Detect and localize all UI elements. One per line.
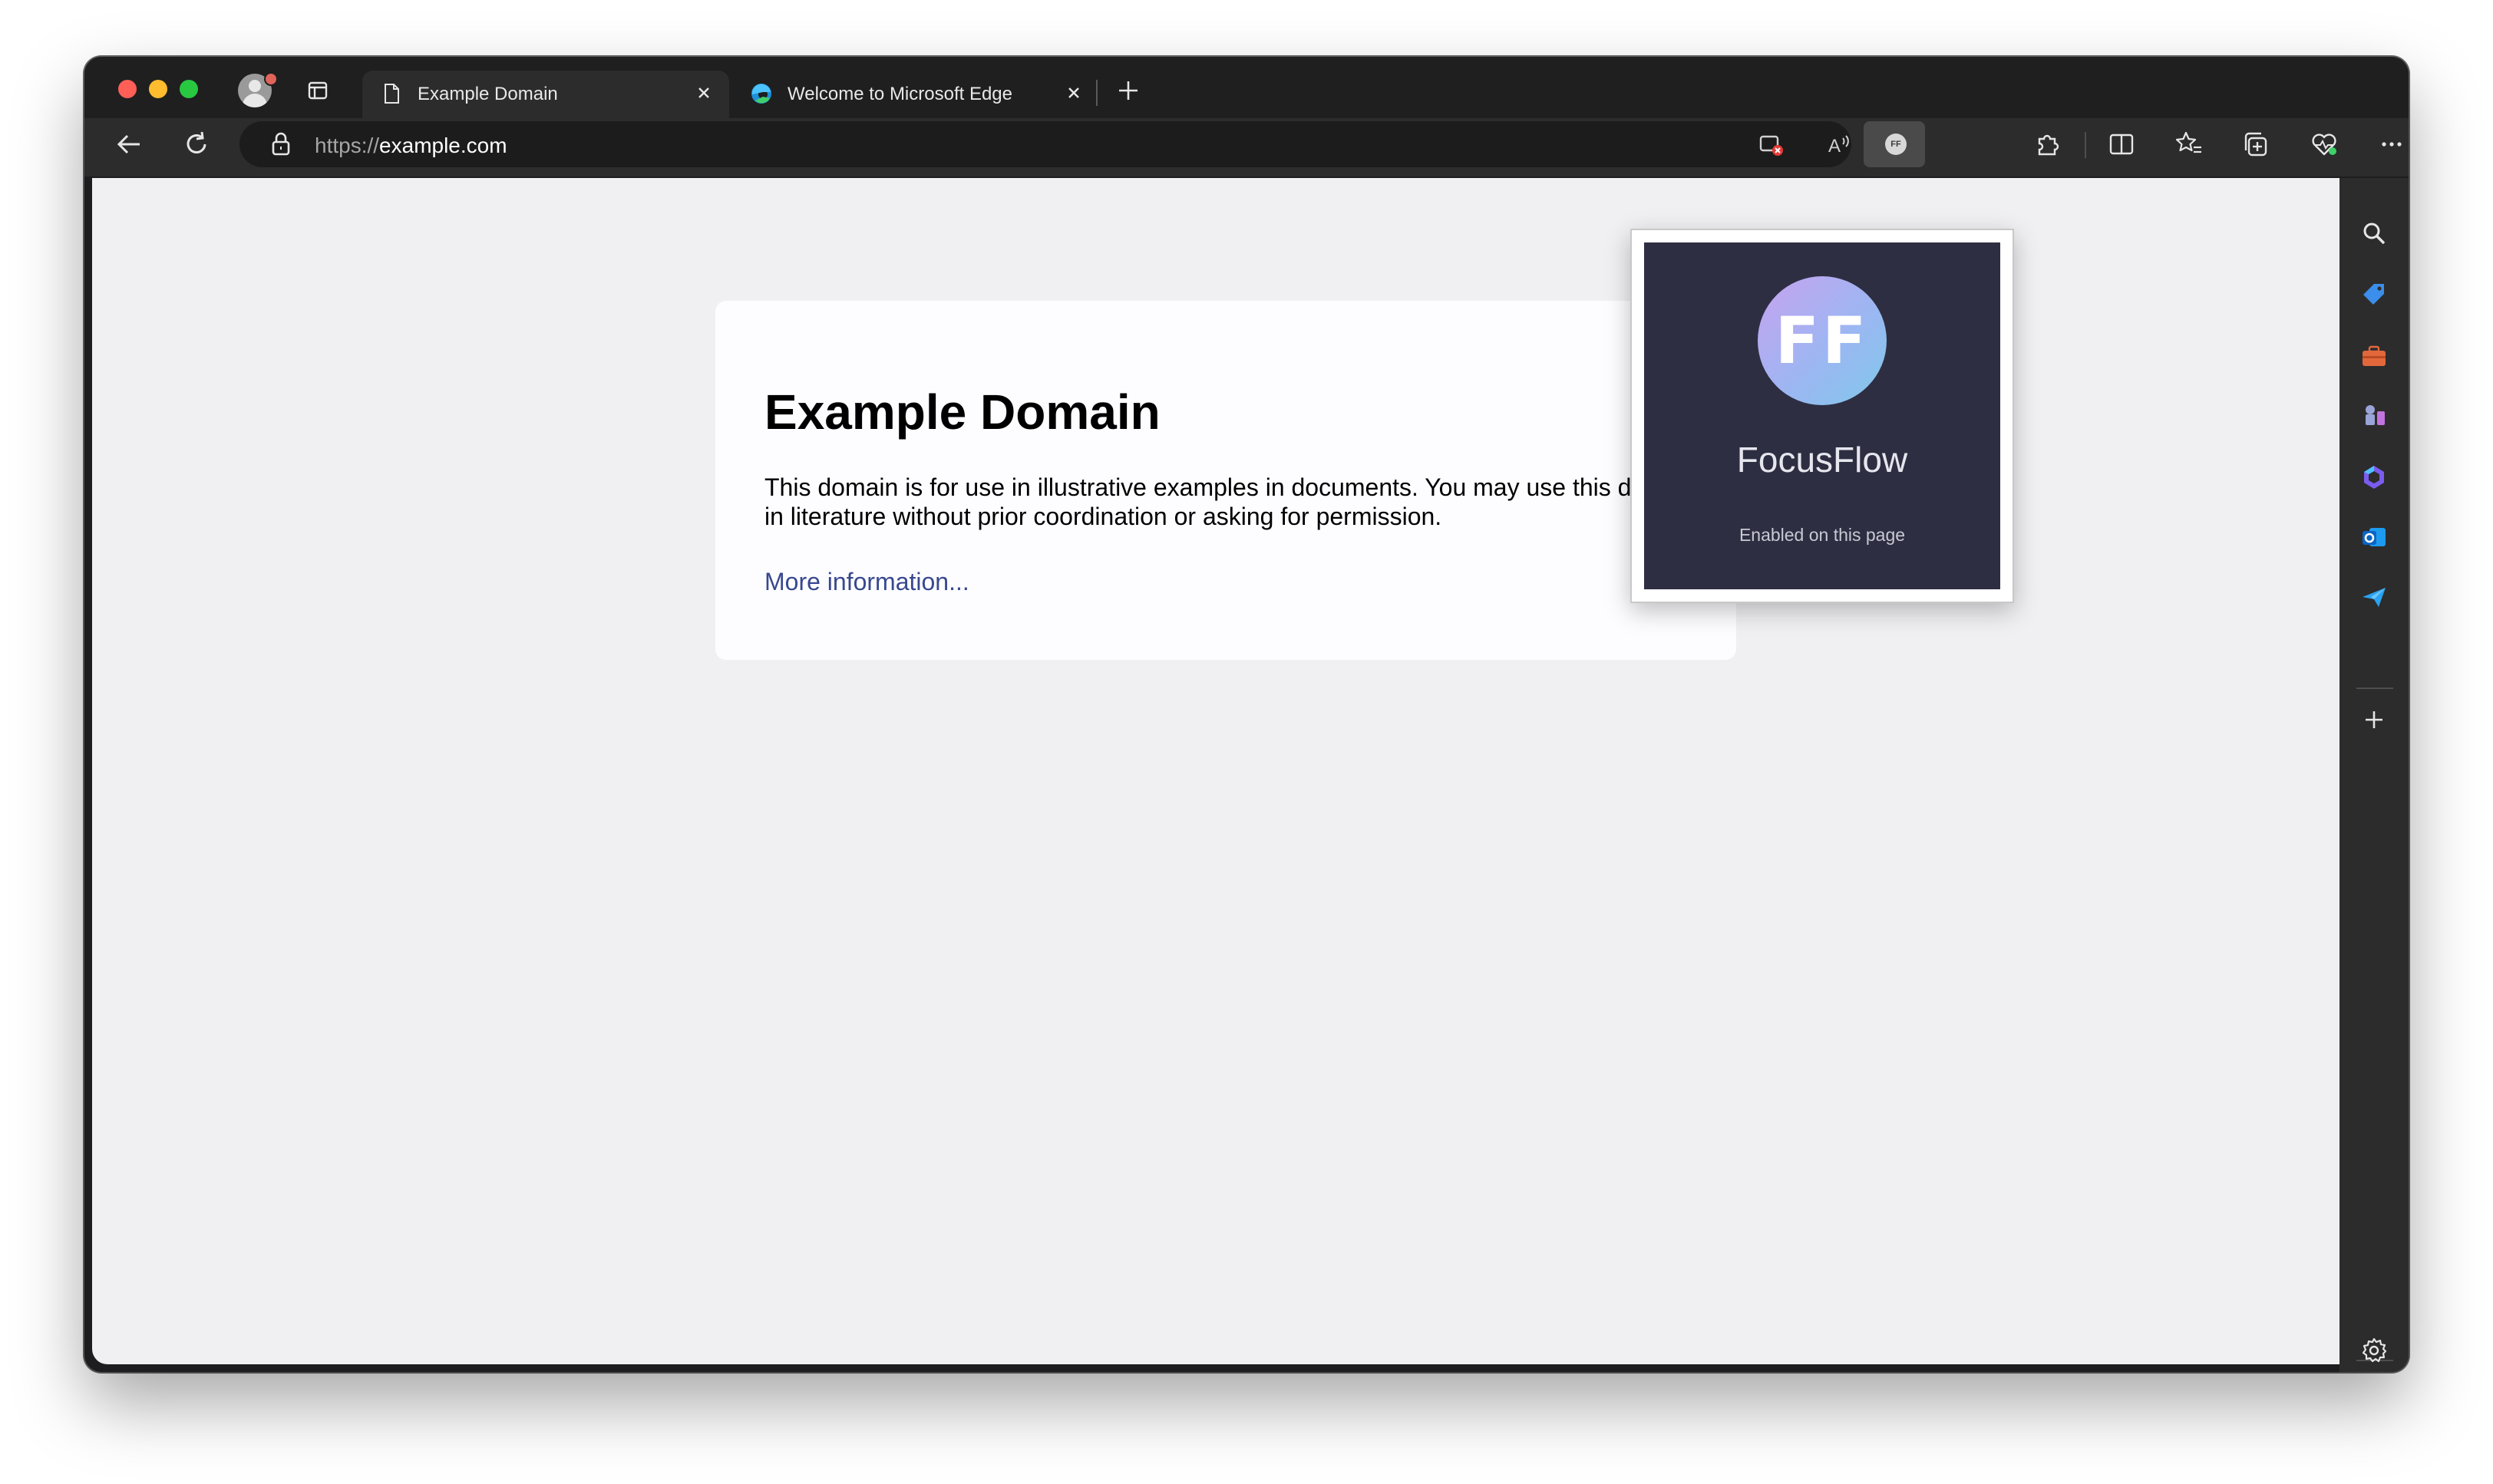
copilot-icon[interactable]	[2359, 462, 2389, 493]
edge-logo-icon	[751, 84, 771, 104]
svg-text:A: A	[1828, 136, 1841, 157]
maximize-window-button[interactable]	[180, 80, 198, 98]
tab-divider	[1096, 80, 1098, 106]
tools-briefcase-icon[interactable]	[2359, 341, 2389, 371]
refresh-icon[interactable]	[181, 129, 212, 160]
url-scheme: https://	[315, 134, 380, 157]
back-arrow-icon[interactable]	[114, 129, 144, 160]
browser-essentials-icon[interactable]	[2309, 129, 2339, 160]
new-tab-icon[interactable]	[1113, 75, 1144, 106]
close-tab-icon[interactable]	[1062, 81, 1085, 104]
tab-strip: Example Domain Welcome to Microsoft Edge	[84, 57, 2409, 124]
more-options-icon[interactable]	[2376, 129, 2407, 160]
page-description: This domain is for use in illustrative e…	[764, 473, 1699, 530]
send-paper-plane-icon[interactable]	[2359, 582, 2389, 612]
lock-icon[interactable]	[266, 129, 296, 160]
extensions-puzzle-icon[interactable]	[2032, 129, 2063, 160]
toolbar-divider	[2085, 132, 2086, 158]
tab-label: Example Domain	[418, 84, 558, 104]
search-icon[interactable]	[2359, 218, 2389, 249]
more-information-link[interactable]: More information...	[764, 568, 969, 596]
tab-welcome-edge[interactable]: Welcome to Microsoft Edge	[732, 71, 1099, 118]
focusflow-popup: FF FocusFlow Enabled on this page	[1630, 229, 2014, 603]
url-text[interactable]: https://example.com	[315, 134, 507, 158]
split-screen-icon[interactable]	[2106, 129, 2137, 160]
avatar-head	[249, 80, 261, 92]
edge-sidebar	[2339, 178, 2409, 1372]
url-host: example.com	[379, 134, 507, 157]
games-chess-icon[interactable]	[2359, 401, 2389, 431]
document-icon	[385, 84, 399, 104]
minimize-window-button[interactable]	[149, 80, 167, 98]
focusflow-extension-icon: FF	[1885, 134, 1907, 155]
outlook-icon[interactable]	[2359, 522, 2389, 552]
add-sidebar-app-icon[interactable]	[2359, 704, 2389, 735]
shopping-tag-icon[interactable]	[2359, 279, 2389, 310]
avatar-body	[243, 94, 267, 107]
close-window-button[interactable]	[118, 80, 137, 98]
tab-label: Welcome to Microsoft Edge	[788, 84, 1013, 104]
browser-window: Example Domain Welcome to Microsoft Edge	[84, 57, 2409, 1372]
tab-example-domain[interactable]: Example Domain	[362, 71, 729, 118]
sidebar-divider	[2356, 688, 2393, 689]
profile-notification-dot	[264, 72, 278, 86]
popup-status: Enabled on this page	[1738, 525, 1906, 545]
tab-actions-icon[interactable]	[307, 80, 329, 101]
focusflow-logo: FF	[1758, 276, 1887, 405]
camera-blocked-icon[interactable]	[1756, 129, 1787, 160]
popup-title: FocusFlow	[1736, 440, 1908, 480]
close-tab-icon[interactable]	[692, 81, 715, 104]
read-aloud-icon[interactable]: A	[1824, 129, 1854, 160]
settings-gear-icon[interactable]	[2359, 1335, 2389, 1366]
content-card: Example Domain This domain is for use in…	[715, 301, 1736, 660]
popup-panel: FF FocusFlow Enabled on this page	[1644, 242, 2000, 589]
page-title: Example Domain	[764, 384, 1161, 440]
favorites-list-icon[interactable]	[2174, 129, 2204, 160]
collections-icon[interactable]	[2241, 129, 2272, 160]
